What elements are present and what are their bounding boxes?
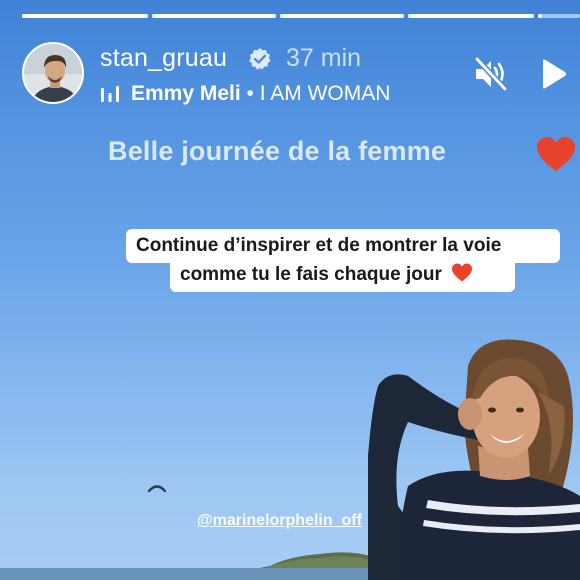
play-icon[interactable]	[536, 57, 570, 91]
music-song: I AM WOMAN	[259, 82, 391, 105]
heart-icon	[537, 137, 575, 171]
heart-icon	[452, 263, 473, 282]
mention-link[interactable]: @marinelorphelin_off	[197, 512, 362, 530]
username[interactable]: stan_gruau	[100, 44, 227, 73]
person-photo	[368, 339, 580, 580]
avatar[interactable]	[22, 42, 84, 104]
post-time: 37 min	[286, 44, 362, 72]
story-progress-bar	[22, 14, 580, 18]
progress-segment	[408, 14, 534, 18]
caption-line-2: comme tu le fais chaque jour	[170, 257, 515, 292]
story-view[interactable]: stan_gruau 37 min Emmy Meli • I AM WOMAN…	[0, 0, 580, 580]
progress-segment	[538, 14, 580, 18]
story-headline: Belle journée de la femme	[108, 136, 447, 166]
progress-segment	[280, 14, 404, 18]
speaker-muted-icon[interactable]	[472, 55, 510, 93]
music-bars-icon	[101, 86, 119, 102]
music-separator: •	[240, 82, 260, 105]
progress-segment	[152, 14, 276, 18]
caption-line-2-text: comme tu le fais chaque jour	[180, 264, 442, 285]
music-artist: Emmy Meli	[131, 82, 241, 105]
kite-icon	[148, 485, 166, 493]
verified-badge-icon	[249, 48, 271, 70]
music-track[interactable]: Emmy Meli • I AM WOMAN	[131, 82, 390, 106]
progress-segment	[22, 14, 148, 18]
